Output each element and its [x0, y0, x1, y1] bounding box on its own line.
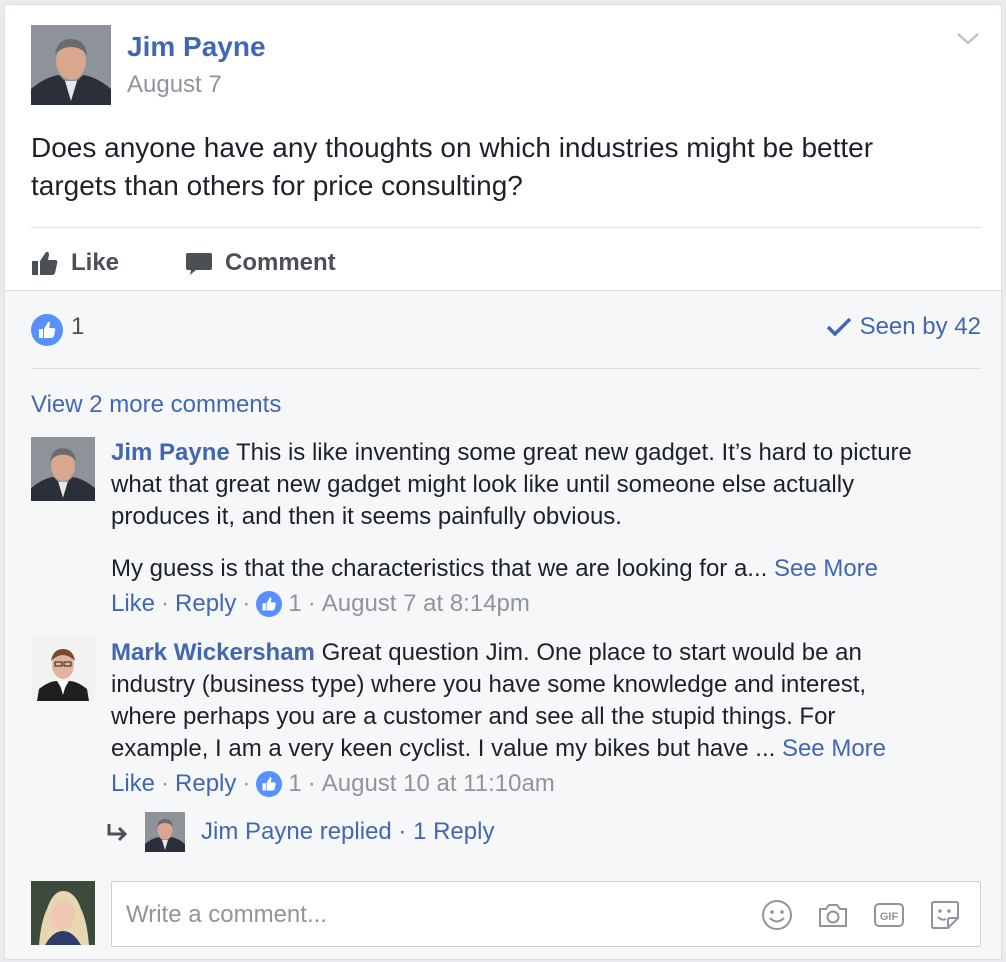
comment-body: Mark Wickersham Great question Jim. One … — [111, 637, 931, 801]
comment-timestamp[interactable]: August 10 at 11:10am — [322, 767, 555, 801]
sticker-icon[interactable] — [928, 898, 962, 932]
smiley-icon[interactable] — [760, 898, 794, 932]
comment-button[interactable]: Comment — [185, 239, 336, 287]
like-reaction-icon[interactable] — [256, 591, 283, 617]
view-more-comments-link[interactable]: View 2 more comments — [31, 391, 281, 419]
comment-composer: GIF — [31, 881, 981, 949]
reply-arrow-icon — [107, 824, 128, 842]
like-button[interactable]: Like — [31, 239, 119, 287]
chevron-down-icon — [957, 33, 979, 45]
comment-label: Comment — [225, 249, 336, 276]
commenter-name[interactable]: Jim Payne — [111, 439, 230, 466]
comment-reaction-count: 1 — [288, 590, 302, 617]
see-more-link[interactable]: See More — [774, 555, 878, 582]
current-user-avatar — [31, 881, 95, 945]
commenter-name[interactable]: Mark Wickersham — [111, 639, 315, 666]
svg-text:GIF: GIF — [880, 911, 899, 923]
comment-text-continued: My guess is that the characteristics tha… — [111, 555, 768, 582]
camera-icon[interactable] — [816, 898, 850, 932]
comment-like-link[interactable]: Like — [111, 767, 155, 801]
thumbs-up-icon — [32, 251, 58, 275]
reply-author-avatar[interactable] — [145, 812, 185, 852]
post-text: Does anyone have any thoughts on which i… — [31, 132, 874, 201]
comment-reply-link[interactable]: Reply — [175, 767, 236, 801]
reaction-summary: 1 Seen by 42 — [31, 309, 981, 349]
comment-reaction-count: 1 — [288, 770, 302, 797]
checkmark-icon — [826, 317, 851, 337]
comment-timestamp[interactable]: August 7 at 8:14pm — [322, 587, 530, 621]
post-menu-button[interactable] — [955, 29, 981, 49]
comment-text: This is like inventing some great new ga… — [111, 439, 912, 530]
divider — [31, 227, 981, 228]
post-author-name[interactable]: Jim Payne — [127, 31, 266, 63]
like-label: Like — [71, 249, 120, 276]
see-more-link[interactable]: See More — [782, 735, 886, 762]
comments-section: 1 Seen by 42 View 2 more comments Jim Pa… — [5, 290, 1001, 959]
comment-input-box[interactable]: GIF — [111, 881, 981, 947]
seen-by[interactable]: Seen by 42 — [826, 313, 981, 341]
comment-meta: Like · Reply · 1 · August 7 at 8:14pm — [111, 587, 931, 621]
replies-summary[interactable]: Jim Payne replied · 1 Reply — [105, 810, 494, 854]
commenter-avatar[interactable] — [31, 637, 95, 701]
comment-like-link[interactable]: Like — [111, 587, 155, 621]
comment-input[interactable] — [124, 896, 728, 934]
seen-by-label: Seen by 42 — [859, 313, 981, 340]
post-date[interactable]: August 7 — [127, 71, 222, 99]
gif-icon[interactable]: GIF — [872, 898, 906, 932]
comment-reply-link[interactable]: Reply — [175, 587, 236, 621]
speech-bubble-icon — [186, 253, 212, 275]
comment-body: Jim Payne This is like inventing some gr… — [111, 437, 931, 621]
author-avatar[interactable] — [31, 25, 111, 105]
divider — [31, 368, 981, 369]
replies-summary-text[interactable]: Jim Payne replied · 1 Reply — [201, 818, 494, 846]
reaction-count[interactable]: 1 — [71, 313, 84, 341]
like-reaction-icon[interactable] — [256, 771, 283, 797]
commenter-avatar[interactable] — [31, 437, 95, 501]
post-card: Jim Payne August 7 Does anyone have any … — [4, 4, 1002, 960]
comment-meta: Like · Reply · 1 · August 10 at 11:10am — [111, 767, 931, 801]
like-reaction-icon[interactable] — [31, 314, 63, 346]
